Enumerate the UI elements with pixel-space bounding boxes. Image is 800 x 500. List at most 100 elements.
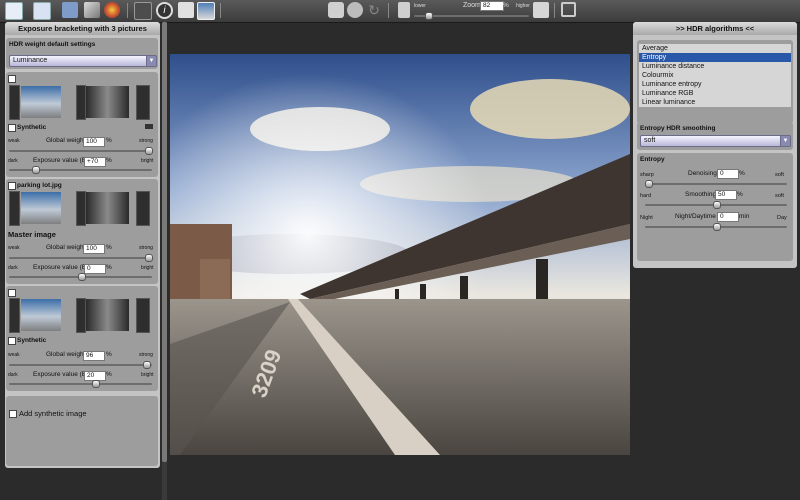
zoom-input[interactable]: 82 xyxy=(480,1,504,11)
hdr-algorithms-title: >> HDR algorithms << xyxy=(633,22,797,35)
night-daytime-label: Night/Daytime xyxy=(675,213,716,220)
smoothing-slider[interactable] xyxy=(645,201,787,209)
image-2-thumbnail[interactable] xyxy=(21,192,61,224)
rotate-crop-icon[interactable] xyxy=(561,2,576,17)
hdr-photo: 3209 xyxy=(170,54,630,455)
slider-knob[interactable] xyxy=(145,254,153,262)
zoom-in-icon[interactable] xyxy=(533,2,549,18)
slider-knob[interactable] xyxy=(713,201,721,209)
image-card-2: parking lot.jpg Master image weak Global… xyxy=(6,179,158,284)
chevron-down-icon: ▼ xyxy=(780,136,790,146)
image-3-checkbox[interactable] xyxy=(8,289,16,297)
smoothing-label: Smoothing xyxy=(685,191,717,198)
image-3-synthetic-checkbox[interactable] xyxy=(8,337,16,345)
add-synthetic-box: Add synthetic image xyxy=(6,396,158,466)
algorithm-item[interactable]: Luminance distance xyxy=(639,62,791,71)
global-weight-input[interactable]: 100 xyxy=(83,137,105,147)
minus-icon[interactable] xyxy=(145,124,153,129)
image-3-thumbnail[interactable] xyxy=(21,299,61,331)
algorithm-item[interactable]: Luminance entropy xyxy=(639,80,791,89)
denoising-slider[interactable] xyxy=(645,180,787,188)
color-palette-icon[interactable] xyxy=(104,2,120,18)
global-weight-slider[interactable] xyxy=(9,147,153,155)
smoothing-box: Entropy HDR smoothing soft ▼ xyxy=(637,122,793,150)
image-1-name: Synthetic xyxy=(17,124,47,131)
add-synthetic-label[interactable]: Add synthetic image xyxy=(19,409,87,418)
history-icon[interactable] xyxy=(347,2,363,18)
image-3-left-handle xyxy=(9,298,20,333)
global-weight-input[interactable]: 100 xyxy=(83,244,105,254)
weight-defaults-label: HDR weight default settings xyxy=(9,41,96,48)
weight-defaults-box: HDR weight default settings Luminance ▼ xyxy=(6,38,158,69)
algorithm-item[interactable]: Colourmix xyxy=(639,71,791,80)
exposure-panel-title: Exposure bracketing with 3 pictures xyxy=(5,22,160,35)
image-1-synthetic-checkbox[interactable] xyxy=(8,124,16,132)
add-synthetic-checkbox[interactable] xyxy=(9,410,17,418)
network-icon[interactable] xyxy=(62,2,78,18)
global-weight-label: Global weight xyxy=(46,244,86,251)
image-3-weight-map xyxy=(86,299,129,331)
redo-icon[interactable]: ↻ xyxy=(366,2,382,18)
bright-label: bright xyxy=(141,265,154,271)
night-daytime-slider[interactable] xyxy=(645,223,787,231)
image-1-checkbox[interactable] xyxy=(8,75,16,83)
percent-label: % xyxy=(106,371,112,378)
hdr-algorithms-panel: >> HDR algorithms << Average Entropy Lumin… xyxy=(633,22,797,268)
zoom-slider-knob[interactable] xyxy=(425,12,434,20)
algorithm-item[interactable]: Entropy xyxy=(639,53,791,62)
exposure-slider[interactable] xyxy=(9,380,152,388)
soft-label: soft xyxy=(775,193,784,199)
image-1-left-handle xyxy=(9,85,20,120)
image-1-thumbnail[interactable] xyxy=(21,86,61,118)
copy-document-icon[interactable] xyxy=(33,2,51,20)
denoising-unit: % xyxy=(739,170,745,177)
toolbar: i ↻ lower Zoom 82 % higher xyxy=(0,0,800,23)
zoom-slider[interactable] xyxy=(414,12,529,20)
slider-knob[interactable] xyxy=(713,223,721,231)
exposure-slider[interactable] xyxy=(9,273,152,281)
exposure-panel: Exposure bracketing with 3 pictures HDR … xyxy=(5,22,160,468)
slider-knob[interactable] xyxy=(145,147,153,155)
image-3-mid-handle xyxy=(76,298,86,333)
info-icon[interactable]: i xyxy=(156,2,173,19)
new-document-icon[interactable] xyxy=(5,2,23,20)
weak-label: weak xyxy=(8,245,20,251)
slider-knob[interactable] xyxy=(31,166,40,174)
slider-knob[interactable] xyxy=(143,361,152,369)
slider-knob[interactable] xyxy=(645,180,653,188)
zoom-out-icon[interactable] xyxy=(398,2,410,18)
percent-label: % xyxy=(106,137,112,144)
image-1-weight-map xyxy=(86,86,129,118)
crop-icon[interactable] xyxy=(134,2,152,20)
entropy-box: Entropy sharp Denoising 0 % soft hard Sm… xyxy=(637,153,793,261)
exif-icon[interactable] xyxy=(178,2,194,18)
eye-view-icon[interactable] xyxy=(328,2,344,18)
algorithm-item[interactable]: Average xyxy=(639,44,791,53)
denoising-input[interactable]: 0 xyxy=(717,169,739,179)
global-weight-slider[interactable] xyxy=(9,254,153,262)
slider-knob[interactable] xyxy=(91,380,100,388)
algorithm-item[interactable]: Luminance RGB xyxy=(639,89,791,98)
smoothing-select[interactable]: soft ▼ xyxy=(640,135,791,147)
algorithm-item[interactable]: Linear luminance xyxy=(639,98,791,107)
brush-icon[interactable] xyxy=(84,2,100,18)
image-preview-icon[interactable] xyxy=(197,2,215,20)
percent-label: % xyxy=(106,264,112,271)
smoothing-input[interactable]: 50 xyxy=(715,190,737,200)
exposure-value-input[interactable]: 0 xyxy=(84,264,106,274)
night-daytime-input[interactable]: 0 xyxy=(717,212,739,222)
global-weight-slider[interactable] xyxy=(9,361,152,369)
left-panel-scrollbar[interactable] xyxy=(162,22,167,500)
weight-mode-select[interactable]: Luminance ▼ xyxy=(9,55,157,67)
exposure-value-input[interactable]: +70 xyxy=(84,157,106,167)
exposure-slider[interactable] xyxy=(9,166,152,174)
slider-knob[interactable] xyxy=(77,273,86,281)
image-3-right-handle xyxy=(136,298,150,333)
percent-label: % xyxy=(106,244,112,251)
image-preview[interactable]: 3209 xyxy=(170,54,630,455)
image-2-left-handle xyxy=(9,191,20,226)
image-2-checkbox[interactable] xyxy=(8,182,16,190)
scrollbar-thumb[interactable] xyxy=(162,22,167,462)
strong-label: strong xyxy=(139,245,153,251)
global-weight-input[interactable]: 96 xyxy=(83,351,105,361)
